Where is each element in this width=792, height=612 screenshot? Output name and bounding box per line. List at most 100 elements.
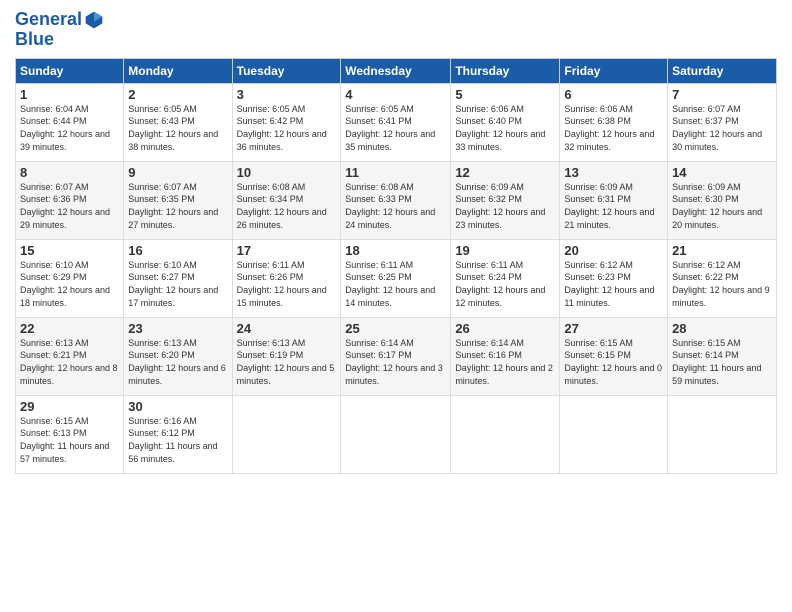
- day-number: 14: [672, 165, 772, 180]
- day-info: Sunrise: 6:05 AM Sunset: 6:43 PM Dayligh…: [128, 103, 227, 153]
- weekday-header: Wednesday: [341, 58, 451, 83]
- day-number: 16: [128, 243, 227, 258]
- calendar-cell: 12 Sunrise: 6:09 AM Sunset: 6:32 PM Dayl…: [451, 161, 560, 239]
- day-info: Sunrise: 6:10 AM Sunset: 6:27 PM Dayligh…: [128, 259, 227, 309]
- weekday-header: Saturday: [668, 58, 777, 83]
- day-number: 4: [345, 87, 446, 102]
- day-info: Sunrise: 6:15 AM Sunset: 6:13 PM Dayligh…: [20, 415, 119, 465]
- calendar-cell: 13 Sunrise: 6:09 AM Sunset: 6:31 PM Dayl…: [560, 161, 668, 239]
- calendar-cell: 24 Sunrise: 6:13 AM Sunset: 6:19 PM Dayl…: [232, 317, 341, 395]
- day-info: Sunrise: 6:09 AM Sunset: 6:31 PM Dayligh…: [564, 181, 663, 231]
- day-number: 19: [455, 243, 555, 258]
- day-number: 24: [237, 321, 337, 336]
- day-number: 21: [672, 243, 772, 258]
- calendar-cell: 10 Sunrise: 6:08 AM Sunset: 6:34 PM Dayl…: [232, 161, 341, 239]
- day-number: 12: [455, 165, 555, 180]
- logo-icon: [84, 10, 104, 30]
- day-number: 20: [564, 243, 663, 258]
- weekday-header: Tuesday: [232, 58, 341, 83]
- page-header: General Blue: [15, 10, 777, 50]
- day-info: Sunrise: 6:14 AM Sunset: 6:17 PM Dayligh…: [345, 337, 446, 387]
- day-info: Sunrise: 6:11 AM Sunset: 6:26 PM Dayligh…: [237, 259, 337, 309]
- day-info: Sunrise: 6:06 AM Sunset: 6:40 PM Dayligh…: [455, 103, 555, 153]
- calendar-cell: 15 Sunrise: 6:10 AM Sunset: 6:29 PM Dayl…: [16, 239, 124, 317]
- calendar-cell: 20 Sunrise: 6:12 AM Sunset: 6:23 PM Dayl…: [560, 239, 668, 317]
- day-info: Sunrise: 6:07 AM Sunset: 6:35 PM Dayligh…: [128, 181, 227, 231]
- day-info: Sunrise: 6:14 AM Sunset: 6:16 PM Dayligh…: [455, 337, 555, 387]
- day-number: 11: [345, 165, 446, 180]
- day-info: Sunrise: 6:06 AM Sunset: 6:38 PM Dayligh…: [564, 103, 663, 153]
- day-info: Sunrise: 6:16 AM Sunset: 6:12 PM Dayligh…: [128, 415, 227, 465]
- calendar-cell: 28 Sunrise: 6:15 AM Sunset: 6:14 PM Dayl…: [668, 317, 777, 395]
- calendar-week-row: 8 Sunrise: 6:07 AM Sunset: 6:36 PM Dayli…: [16, 161, 777, 239]
- day-info: Sunrise: 6:13 AM Sunset: 6:19 PM Dayligh…: [237, 337, 337, 387]
- calendar-cell: 4 Sunrise: 6:05 AM Sunset: 6:41 PM Dayli…: [341, 83, 451, 161]
- calendar-cell: 5 Sunrise: 6:06 AM Sunset: 6:40 PM Dayli…: [451, 83, 560, 161]
- day-number: 2: [128, 87, 227, 102]
- calendar-cell: 1 Sunrise: 6:04 AM Sunset: 6:44 PM Dayli…: [16, 83, 124, 161]
- day-info: Sunrise: 6:10 AM Sunset: 6:29 PM Dayligh…: [20, 259, 119, 309]
- page-container: General Blue SundayMondayTuesdayWednesda…: [0, 0, 792, 612]
- day-number: 28: [672, 321, 772, 336]
- calendar-cell: 14 Sunrise: 6:09 AM Sunset: 6:30 PM Dayl…: [668, 161, 777, 239]
- calendar-cell: [668, 395, 777, 473]
- day-info: Sunrise: 6:07 AM Sunset: 6:37 PM Dayligh…: [672, 103, 772, 153]
- logo-blue-text: Blue: [15, 30, 104, 50]
- calendar-cell: 26 Sunrise: 6:14 AM Sunset: 6:16 PM Dayl…: [451, 317, 560, 395]
- day-info: Sunrise: 6:05 AM Sunset: 6:41 PM Dayligh…: [345, 103, 446, 153]
- logo: General Blue: [15, 10, 104, 50]
- day-info: Sunrise: 6:09 AM Sunset: 6:30 PM Dayligh…: [672, 181, 772, 231]
- day-number: 13: [564, 165, 663, 180]
- day-number: 23: [128, 321, 227, 336]
- day-info: Sunrise: 6:15 AM Sunset: 6:14 PM Dayligh…: [672, 337, 772, 387]
- calendar-cell: 21 Sunrise: 6:12 AM Sunset: 6:22 PM Dayl…: [668, 239, 777, 317]
- day-number: 15: [20, 243, 119, 258]
- calendar-cell: 27 Sunrise: 6:15 AM Sunset: 6:15 PM Dayl…: [560, 317, 668, 395]
- calendar-cell: [451, 395, 560, 473]
- weekday-header: Sunday: [16, 58, 124, 83]
- calendar-cell: 16 Sunrise: 6:10 AM Sunset: 6:27 PM Dayl…: [124, 239, 232, 317]
- logo-text: General: [15, 10, 82, 30]
- day-number: 3: [237, 87, 337, 102]
- day-info: Sunrise: 6:11 AM Sunset: 6:24 PM Dayligh…: [455, 259, 555, 309]
- day-info: Sunrise: 6:07 AM Sunset: 6:36 PM Dayligh…: [20, 181, 119, 231]
- day-number: 9: [128, 165, 227, 180]
- day-number: 1: [20, 87, 119, 102]
- calendar-cell: [232, 395, 341, 473]
- day-number: 25: [345, 321, 446, 336]
- day-number: 18: [345, 243, 446, 258]
- day-info: Sunrise: 6:08 AM Sunset: 6:34 PM Dayligh…: [237, 181, 337, 231]
- calendar-cell: 29 Sunrise: 6:15 AM Sunset: 6:13 PM Dayl…: [16, 395, 124, 473]
- calendar-cell: 22 Sunrise: 6:13 AM Sunset: 6:21 PM Dayl…: [16, 317, 124, 395]
- calendar-cell: [560, 395, 668, 473]
- calendar-week-row: 15 Sunrise: 6:10 AM Sunset: 6:29 PM Dayl…: [16, 239, 777, 317]
- day-number: 17: [237, 243, 337, 258]
- calendar-cell: 8 Sunrise: 6:07 AM Sunset: 6:36 PM Dayli…: [16, 161, 124, 239]
- calendar-week-row: 22 Sunrise: 6:13 AM Sunset: 6:21 PM Dayl…: [16, 317, 777, 395]
- calendar-header-row: SundayMondayTuesdayWednesdayThursdayFrid…: [16, 58, 777, 83]
- day-info: Sunrise: 6:09 AM Sunset: 6:32 PM Dayligh…: [455, 181, 555, 231]
- day-info: Sunrise: 6:04 AM Sunset: 6:44 PM Dayligh…: [20, 103, 119, 153]
- day-number: 10: [237, 165, 337, 180]
- weekday-header: Monday: [124, 58, 232, 83]
- day-info: Sunrise: 6:15 AM Sunset: 6:15 PM Dayligh…: [564, 337, 663, 387]
- calendar-cell: 2 Sunrise: 6:05 AM Sunset: 6:43 PM Dayli…: [124, 83, 232, 161]
- calendar-cell: 11 Sunrise: 6:08 AM Sunset: 6:33 PM Dayl…: [341, 161, 451, 239]
- day-info: Sunrise: 6:13 AM Sunset: 6:21 PM Dayligh…: [20, 337, 119, 387]
- day-number: 26: [455, 321, 555, 336]
- day-number: 8: [20, 165, 119, 180]
- calendar-cell: 23 Sunrise: 6:13 AM Sunset: 6:20 PM Dayl…: [124, 317, 232, 395]
- day-info: Sunrise: 6:13 AM Sunset: 6:20 PM Dayligh…: [128, 337, 227, 387]
- day-info: Sunrise: 6:12 AM Sunset: 6:22 PM Dayligh…: [672, 259, 772, 309]
- weekday-header: Thursday: [451, 58, 560, 83]
- calendar-cell: 9 Sunrise: 6:07 AM Sunset: 6:35 PM Dayli…: [124, 161, 232, 239]
- calendar-table: SundayMondayTuesdayWednesdayThursdayFrid…: [15, 58, 777, 474]
- calendar-cell: 19 Sunrise: 6:11 AM Sunset: 6:24 PM Dayl…: [451, 239, 560, 317]
- day-info: Sunrise: 6:08 AM Sunset: 6:33 PM Dayligh…: [345, 181, 446, 231]
- calendar-cell: 7 Sunrise: 6:07 AM Sunset: 6:37 PM Dayli…: [668, 83, 777, 161]
- calendar-cell: [341, 395, 451, 473]
- day-info: Sunrise: 6:12 AM Sunset: 6:23 PM Dayligh…: [564, 259, 663, 309]
- calendar-cell: 30 Sunrise: 6:16 AM Sunset: 6:12 PM Dayl…: [124, 395, 232, 473]
- weekday-header: Friday: [560, 58, 668, 83]
- day-number: 5: [455, 87, 555, 102]
